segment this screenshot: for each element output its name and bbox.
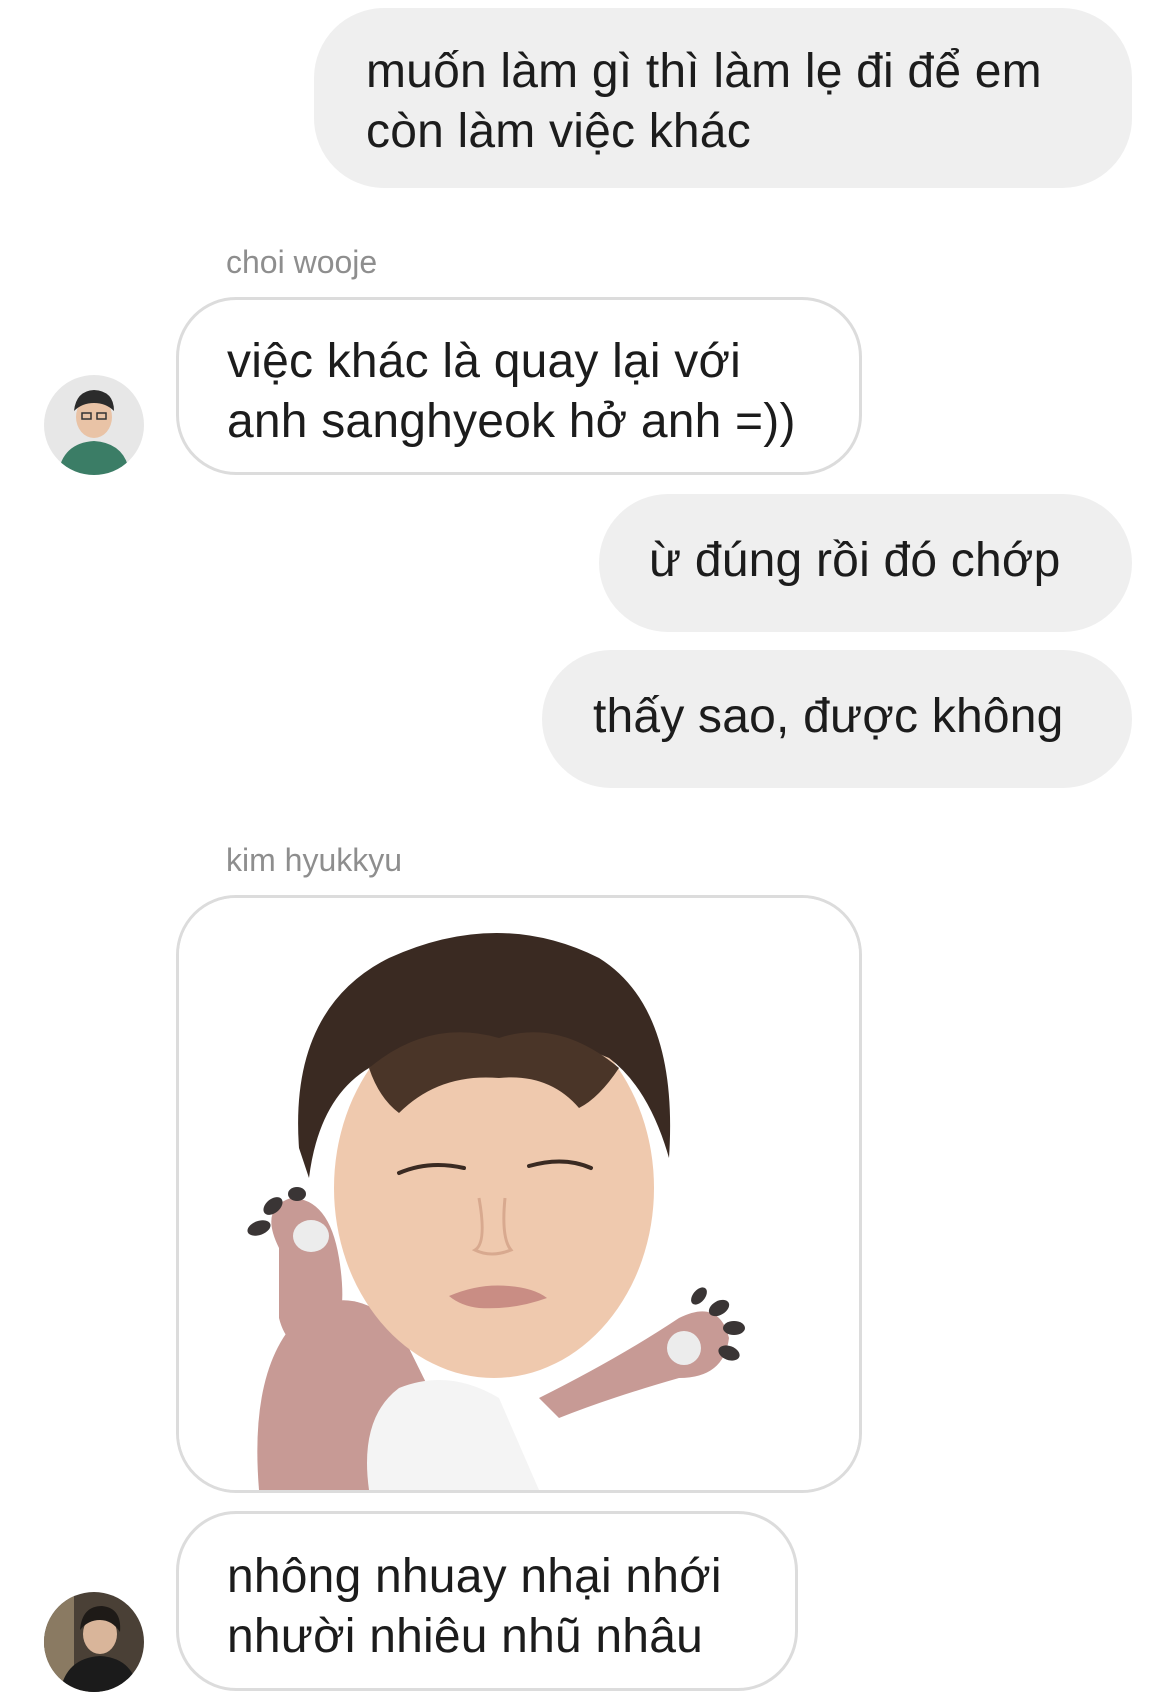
outgoing-message-3[interactable]: thấy sao, được không <box>542 650 1132 788</box>
message-text-line: anh sanghyeok hở anh =)) <box>227 395 796 448</box>
incoming-message-2[interactable]: nhông nhuay nhại nhới nhười nhiêu nhũ nh… <box>176 1511 798 1691</box>
message-text-line: muốn làm gì thì làm lẹ đi để em <box>366 45 1042 98</box>
avatar-kim-hyukkyu[interactable] <box>44 1592 144 1692</box>
message-text: ừ đúng rồi đó chớp <box>649 534 1061 587</box>
message-text: thấy sao, được không <box>593 690 1064 743</box>
sticker-message[interactable] <box>176 895 862 1493</box>
message-text-line: nhười nhiêu nhũ nhâu <box>227 1610 703 1663</box>
sender-name: choi wooje <box>226 244 378 280</box>
avatar-icon <box>44 1592 144 1692</box>
outgoing-message-1[interactable]: muốn làm gì thì làm lẹ đi để em còn làm … <box>314 8 1132 188</box>
sticker-image <box>179 898 859 1490</box>
sender-name: kim hyukkyu <box>226 842 403 878</box>
outgoing-message-2[interactable]: ừ đúng rồi đó chớp <box>599 494 1132 632</box>
message-text-line: còn làm việc khác <box>366 105 751 158</box>
incoming-message-1[interactable]: việc khác là quay lại với anh sanghyeok … <box>176 297 862 475</box>
avatar-icon <box>44 375 144 475</box>
avatar-choi-wooje[interactable] <box>44 375 144 475</box>
message-text-line: việc khác là quay lại với <box>227 335 742 388</box>
message-text-line: nhông nhuay nhại nhới <box>227 1550 722 1603</box>
